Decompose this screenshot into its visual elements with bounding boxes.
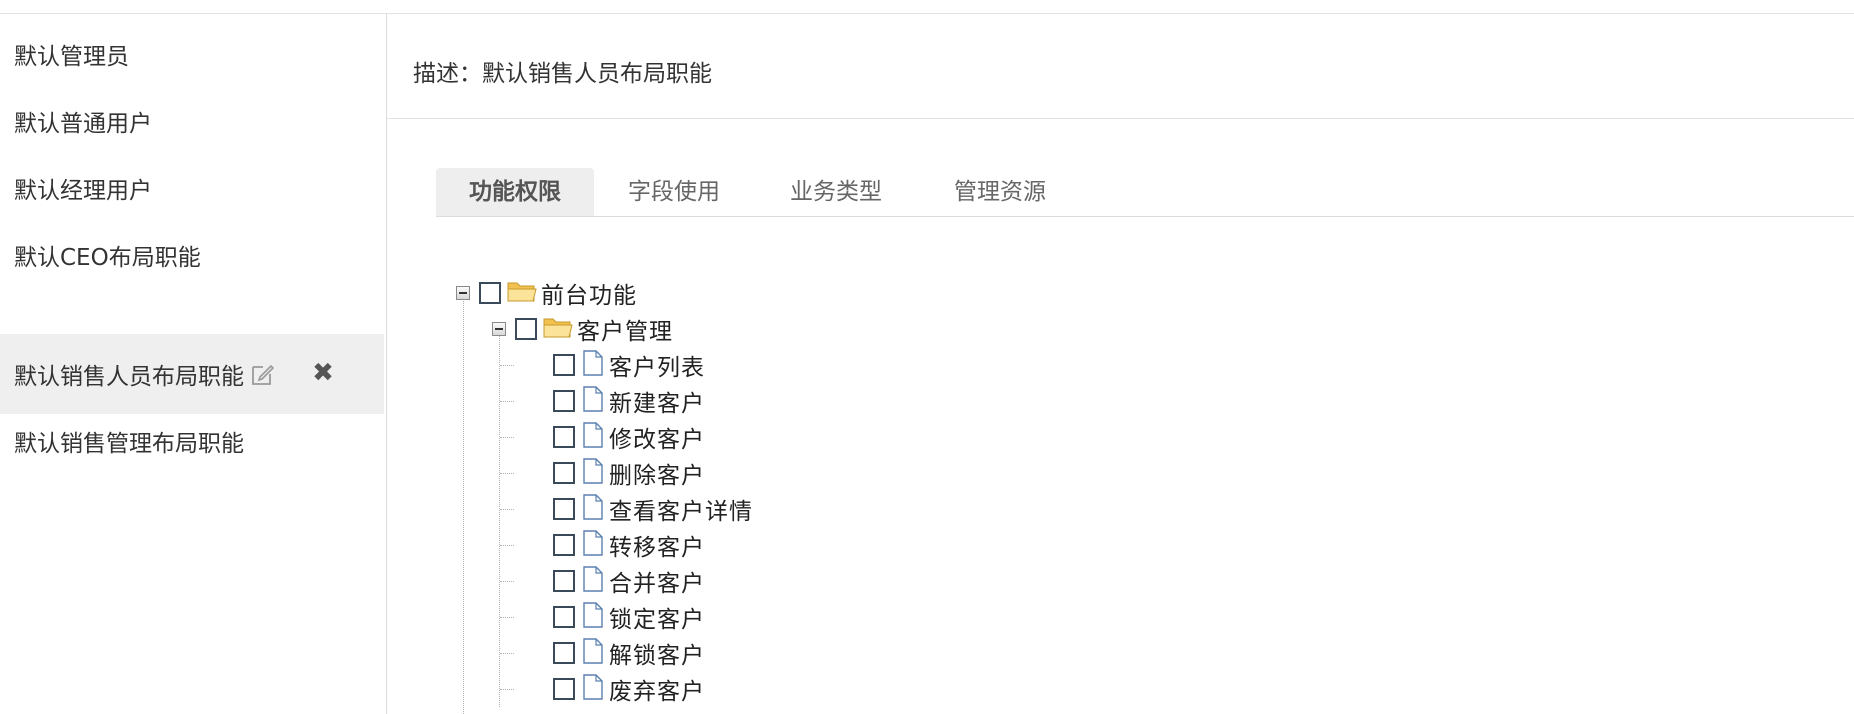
tree-checkbox[interactable] (515, 318, 537, 340)
file-icon (581, 350, 605, 380)
tree-checkbox[interactable] (553, 678, 575, 700)
tree-leaf: 查看客户详情 (553, 492, 753, 526)
tree-leaf: 删除客户 (553, 456, 705, 490)
tree-checkbox[interactable] (553, 498, 575, 520)
tab-field-usage[interactable]: 字段使用 (622, 168, 726, 216)
tree-line (500, 545, 514, 546)
tree-checkbox[interactable] (553, 354, 575, 376)
tree-node-label[interactable]: 锁定客户 (609, 600, 705, 634)
tree-checkbox[interactable] (553, 462, 575, 484)
role-sidebar: 默认管理员 默认普通用户 默认经理用户 默认CEO布局职能 默认销售人员布局职能… (0, 14, 386, 714)
tree-leaf: 转移客户 (553, 528, 705, 562)
tree-line (500, 401, 514, 402)
tree-checkbox[interactable] (553, 426, 575, 448)
tree-leaf: 新建客户 (553, 384, 705, 418)
role-item-label: 默认销售管理布局职能 (14, 431, 244, 457)
tabs-underline (436, 216, 1854, 217)
tree-leaf: 解锁客户 (553, 636, 705, 670)
tree-line (500, 509, 514, 510)
role-item-label: 默认管理员 (14, 44, 129, 70)
file-icon (581, 674, 605, 704)
tree-line (463, 296, 464, 714)
collapse-toggle-icon[interactable] (456, 286, 470, 300)
file-icon (581, 566, 605, 596)
tree-node-label[interactable]: 解锁客户 (609, 636, 705, 670)
tree-line (499, 332, 500, 707)
tree-checkbox[interactable] (553, 534, 575, 556)
tree-node-label[interactable]: 前台功能 (541, 276, 637, 310)
tree-node-label[interactable]: 查看客户详情 (609, 492, 753, 526)
file-icon (581, 602, 605, 632)
tree-node-label[interactable]: 废弃客户 (609, 672, 705, 706)
delete-icon[interactable]: ✖ (310, 358, 336, 388)
tree-checkbox[interactable] (553, 642, 575, 664)
role-description: 描述：默认销售人员布局职能 (413, 61, 712, 87)
folder-open-icon (543, 315, 573, 343)
tree-node-root: 前台功能 (456, 276, 637, 310)
role-item-sales-manage-layout[interactable]: 默认销售管理布局职能 (0, 401, 384, 481)
tree-node-label[interactable]: 新建客户 (609, 384, 705, 418)
file-icon (581, 530, 605, 560)
tree-line (500, 437, 514, 438)
tree-checkbox[interactable] (553, 606, 575, 628)
tree-line (500, 473, 514, 474)
file-icon (581, 386, 605, 416)
tree-leaf: 废弃客户 (553, 672, 705, 706)
tree-leaf: 锁定客户 (553, 600, 705, 634)
edit-icon[interactable] (250, 361, 276, 387)
permission-tabs: 功能权限 字段使用 业务类型 管理资源 (436, 168, 1854, 230)
file-icon (581, 458, 605, 488)
role-detail-panel: 描述：默认销售人员布局职能 功能权限 字段使用 业务类型 管理资源 前台功能 客… (387, 14, 1854, 714)
tree-checkbox[interactable] (553, 570, 575, 592)
role-item-label: 默认普通用户 (14, 111, 152, 137)
tree-node-label[interactable]: 客户管理 (577, 312, 673, 346)
file-icon (581, 422, 605, 452)
tree-line (500, 689, 514, 690)
tab-function-permissions[interactable]: 功能权限 (436, 168, 594, 216)
collapse-toggle-icon[interactable] (492, 322, 506, 336)
tree-line (500, 617, 514, 618)
description-divider (387, 118, 1854, 119)
tree-node-label[interactable]: 客户列表 (609, 348, 705, 382)
tree-line (500, 653, 514, 654)
tree-leaf: 合并客户 (553, 564, 705, 598)
role-item-label: 默认销售人员布局职能 (14, 364, 244, 390)
tab-manage-resources[interactable]: 管理资源 (948, 168, 1052, 216)
role-item-label: 默认经理用户 (14, 178, 152, 204)
folder-open-icon (507, 279, 537, 307)
tree-node-label[interactable]: 删除客户 (609, 456, 705, 490)
tree-line (500, 365, 514, 366)
tree-checkbox[interactable] (479, 282, 501, 304)
tab-business-type[interactable]: 业务类型 (784, 168, 888, 216)
file-icon (581, 494, 605, 524)
role-item-ceo-layout[interactable]: 默认CEO布局职能 (0, 215, 384, 295)
tree-leaf: 客户列表 (553, 348, 705, 382)
tree-node-label[interactable]: 转移客户 (609, 528, 705, 562)
tree-line (500, 581, 514, 582)
tree-node-label[interactable]: 合并客户 (609, 564, 705, 598)
tree-node-label[interactable]: 修改客户 (609, 420, 705, 454)
tree-checkbox[interactable] (553, 390, 575, 412)
tree-leaf: 修改客户 (553, 420, 705, 454)
tree-node-group: 客户管理 (492, 312, 673, 346)
role-item-label: 默认CEO布局职能 (14, 245, 201, 271)
file-icon (581, 638, 605, 668)
